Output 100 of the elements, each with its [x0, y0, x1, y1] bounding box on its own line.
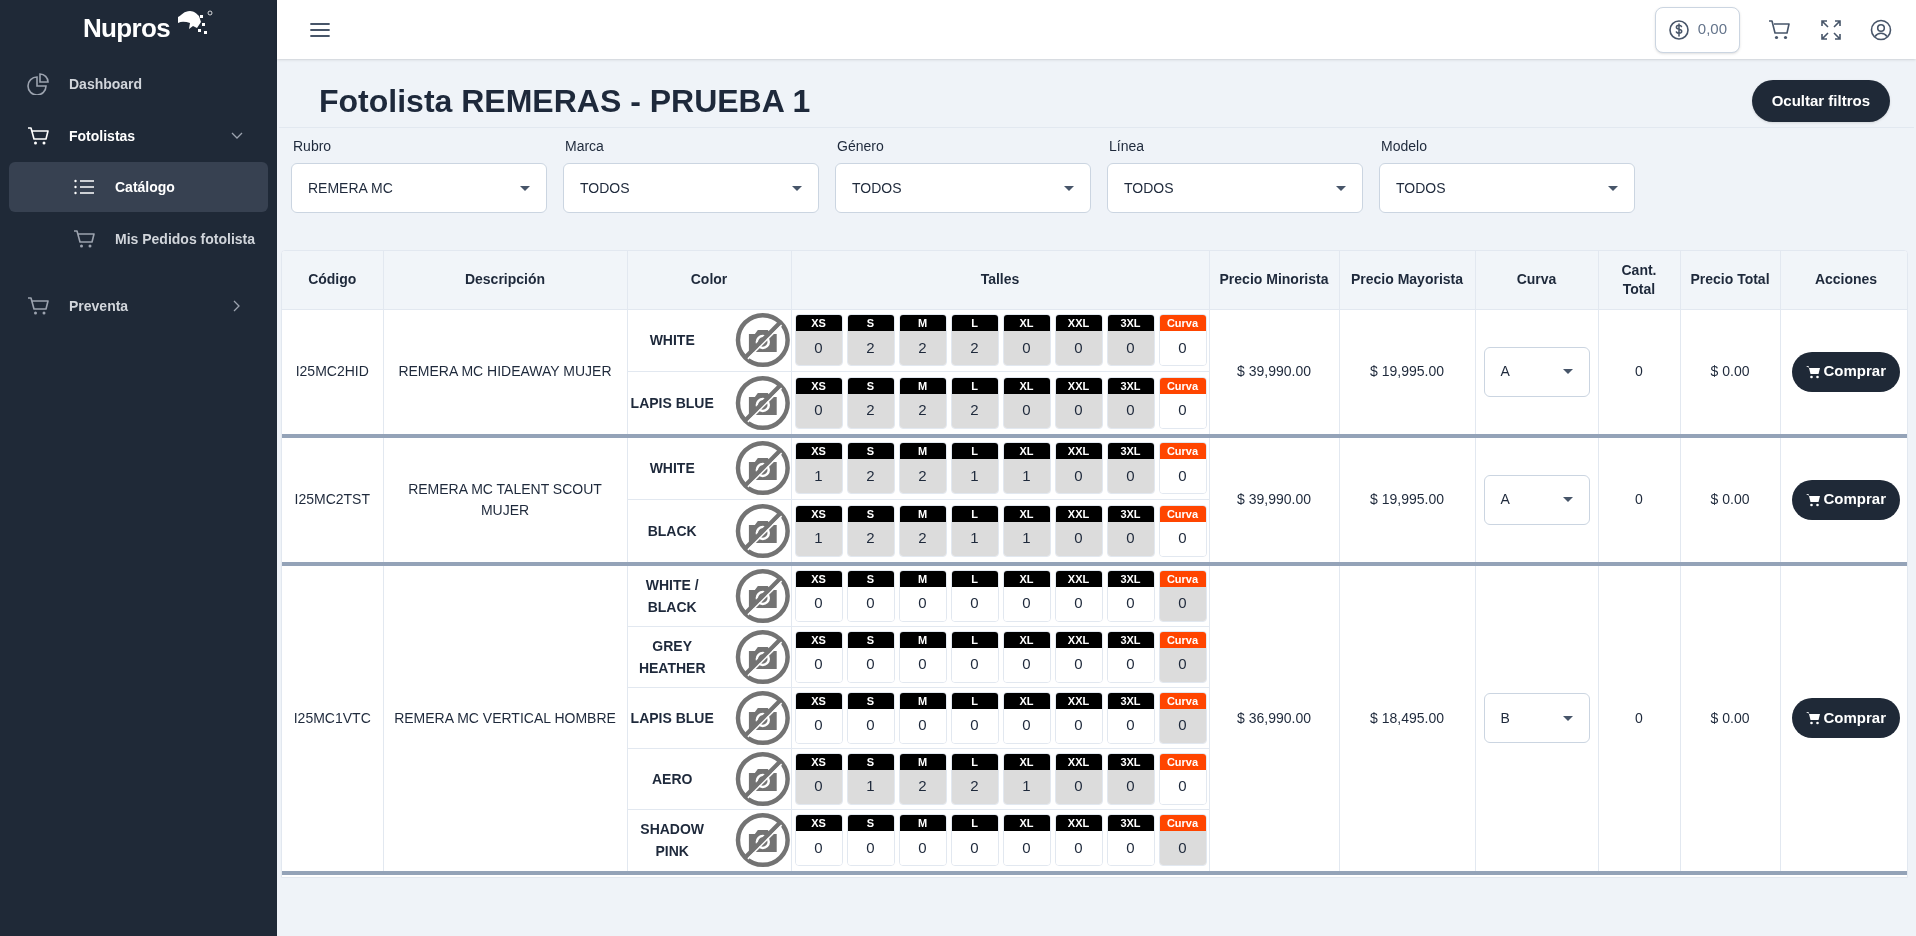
column-header: Cant. Total [1620, 260, 1658, 299]
cart-icon [1806, 492, 1822, 507]
size-label: XS [795, 570, 842, 587]
quantity-field: 0 [1107, 459, 1154, 493]
cart-icon[interactable] [1768, 18, 1792, 41]
size-label: XL [1003, 505, 1050, 522]
quantity-field: 2 [899, 769, 946, 804]
cart-icon [73, 228, 95, 250]
cart-icon [1806, 364, 1822, 379]
color-name: BLACK [647, 522, 697, 539]
wholesale-price: $ 18,495.00 [1370, 709, 1444, 726]
size-label: XS [795, 505, 842, 522]
size-label: L [951, 505, 998, 522]
quantity-field: 1 [951, 459, 998, 493]
filter-dropdown[interactable]: TODOS [563, 163, 819, 213]
product-description: REMERA MC TALENT SCOUT MUJER [408, 480, 602, 518]
sidebar-subitem[interactable]: Mis Pedidos fotolista [9, 214, 268, 264]
no-photo-icon [734, 812, 791, 868]
size-label: 3XL [1107, 815, 1154, 831]
size-label: XXL [1055, 443, 1102, 459]
curve-dropdown[interactable]: B [1483, 693, 1590, 743]
filter-dropdown[interactable]: TODOS [1107, 163, 1363, 213]
size-label: L [951, 692, 998, 709]
quantity-field: 0 [1003, 393, 1050, 428]
size-label: XL [1003, 377, 1050, 394]
size-label: M [899, 443, 946, 459]
quantity-field: 0 [1055, 459, 1102, 493]
sidebar-subitem[interactable]: Catálogo [9, 162, 268, 212]
size-label: L [951, 377, 998, 394]
column-header: Descripción [464, 271, 546, 288]
size-label: 3XL [1107, 753, 1154, 770]
quantity-field: 1 [1003, 521, 1050, 556]
page-title: Fotolista REMERAS - PRUEBA 1 [319, 82, 811, 121]
buy-button[interactable]: Comprar [1792, 479, 1900, 520]
quantity-field: 0 [1159, 647, 1206, 682]
menu-icon[interactable] [309, 21, 331, 38]
size-label: M [899, 815, 946, 831]
size-label: S [847, 443, 894, 459]
balance-display[interactable]: 0,00 [1654, 6, 1740, 53]
size-label: XXL [1055, 631, 1102, 648]
dollar-icon [1667, 18, 1690, 41]
column-header: Precio Total [1690, 271, 1770, 288]
fullscreen-icon[interactable] [1820, 18, 1842, 41]
caret-icon [1608, 185, 1618, 191]
size-label: M [899, 505, 946, 522]
filter-label: Línea [1109, 137, 1146, 156]
cart-icon [27, 125, 49, 147]
filter-dropdown[interactable]: TODOS [835, 163, 1091, 213]
quantity-field: 1 [795, 521, 842, 556]
quantity-field: 0 [1159, 831, 1206, 865]
user-icon[interactable] [1870, 18, 1892, 41]
filter-dropdown[interactable]: REMERA MC [291, 163, 547, 213]
size-label: L [951, 315, 998, 331]
caret-icon [520, 185, 530, 191]
logo-text: Nupros [82, 11, 171, 45]
size-label: XS [795, 753, 842, 770]
size-label: L [951, 443, 998, 459]
caret-icon [1562, 715, 1573, 721]
column-header: Curva [1516, 271, 1557, 288]
quantity-field: 2 [899, 331, 946, 365]
size-label: S [847, 570, 894, 587]
no-photo-icon [734, 689, 791, 746]
quantity-field: 0 [1107, 521, 1154, 556]
buy-button[interactable]: Comprar [1792, 351, 1900, 392]
column-header: Precio Minorista [1219, 271, 1329, 288]
size-label: L [951, 631, 998, 648]
size-label: Curva [1159, 570, 1206, 587]
filter-label: Género [837, 137, 885, 156]
buy-button[interactable]: Comprar [1792, 698, 1900, 738]
cart-icon [27, 295, 49, 317]
quantity-field: 2 [847, 521, 894, 556]
color-name: LAPIS BLUE [630, 394, 714, 411]
curve-dropdown[interactable]: A [1483, 346, 1590, 397]
curve-dropdown[interactable]: A [1483, 474, 1590, 525]
quantity-field: 2 [847, 459, 894, 493]
quantity-field: 2 [899, 521, 946, 556]
filter-label: Marca [565, 137, 605, 156]
total-quantity: 0 [1635, 709, 1643, 726]
retail-price: $ 39,990.00 [1237, 363, 1311, 379]
size-label: XXL [1055, 505, 1102, 522]
sidebar-item[interactable]: Preventa [9, 280, 268, 332]
sidebar-item[interactable]: Dashboard [9, 58, 268, 110]
size-label: XS [795, 377, 842, 394]
quantity-field: 2 [899, 459, 946, 493]
quantity-field: 0 [795, 393, 842, 428]
size-label: XXL [1055, 315, 1102, 331]
balance-amount: 0,00 [1697, 19, 1727, 40]
size-label: XL [1003, 315, 1050, 331]
size-label: XS [795, 692, 842, 709]
filter-dropdown[interactable]: TODOS [1379, 163, 1635, 213]
size-label: S [847, 815, 894, 831]
quantity-field: 0 [1055, 331, 1102, 365]
size-label: Curva [1159, 631, 1206, 648]
color-name: SHADOW PINK [640, 821, 705, 859]
hide-filters-button[interactable]: Ocultar filtros [1751, 80, 1890, 122]
quantity-field: 1 [1003, 769, 1050, 804]
size-label: 3XL [1107, 505, 1154, 522]
size-label: M [899, 753, 946, 770]
quantity-field: 0 [1159, 586, 1206, 621]
sidebar-item[interactable]: Fotolistas [9, 110, 268, 162]
